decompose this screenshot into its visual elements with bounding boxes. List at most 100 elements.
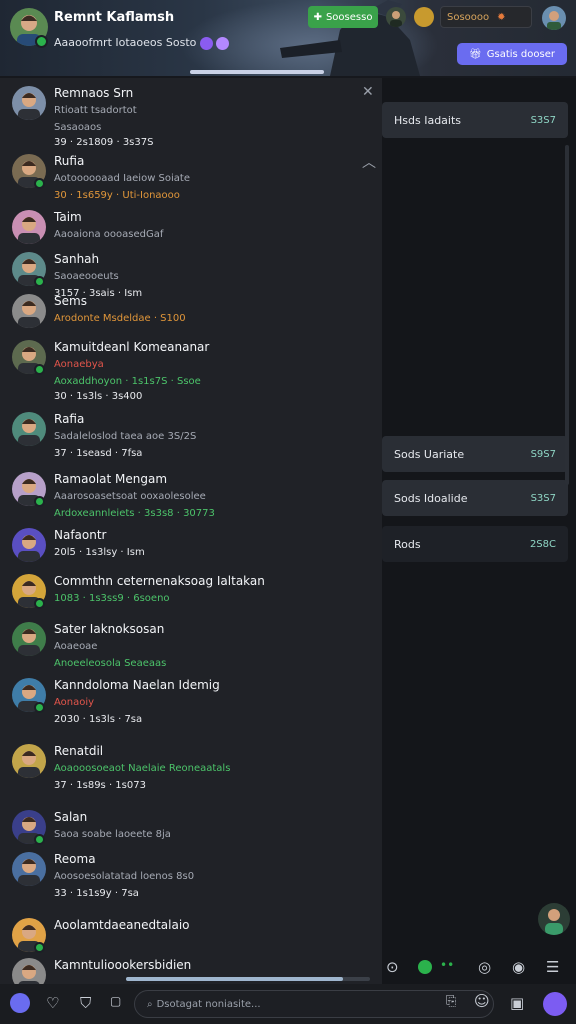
username[interactable]: Kamuitdeanl Komeananar: [54, 340, 209, 354]
message-line: 2030 · 1s3ls · 7sa: [54, 714, 143, 725]
chat-scroll-progress: [126, 977, 370, 981]
user-avatar[interactable]: [12, 744, 46, 778]
message-line: Anoeeleosola Seaeaas: [54, 658, 167, 669]
menu-icon[interactable]: ☰: [546, 958, 559, 976]
viewer-count-pill[interactable]: Sosoooo ✹: [440, 6, 532, 28]
username[interactable]: Kamntulioookersbidien: [54, 958, 191, 972]
sticker-icon[interactable]: ▣: [510, 994, 524, 1012]
username[interactable]: Reoma: [54, 852, 96, 866]
chat-message[interactable]: Remnaos Srn Rtioatt tsadortot Sasaoaos 39 ·…: [0, 84, 382, 148]
message-line: Aoosoesolatatad loenos 8s0: [54, 871, 195, 882]
coin-icon[interactable]: [414, 7, 434, 27]
gift-icon: 🎁︎: [469, 48, 482, 60]
username[interactable]: Ramaolat Mengam: [54, 472, 167, 486]
square-icon[interactable]: ▢: [110, 994, 121, 1008]
search-icon[interactable]: ⊙: [386, 958, 399, 976]
message-line: Aonaebya: [54, 359, 104, 370]
user-avatar[interactable]: [12, 86, 46, 120]
send-button[interactable]: [543, 992, 567, 1016]
username[interactable]: Sater Iaknoksosan: [54, 622, 164, 636]
message-line: Sadaleloslod taea aoe 3S/2S: [54, 431, 197, 442]
side-scrollbar[interactable]: [565, 145, 569, 485]
chat-message[interactable]: Kanndoloma Naelan Idemig Aonaoiy 2030 · 1s…: [0, 676, 382, 736]
message-line: Aoaeoae: [54, 641, 98, 652]
camera-icon[interactable]: ◎: [478, 958, 491, 976]
message-line: Rtioatt tsadortot: [54, 105, 137, 116]
username[interactable]: Sanhah: [54, 252, 99, 266]
online-indicator: [34, 598, 45, 609]
user-avatar[interactable]: [12, 852, 46, 886]
message-line: 30 · 1s3ls · 3s400: [54, 391, 143, 402]
message-line: 30 · 1s659y · Uti-Ionaooo: [54, 190, 180, 201]
side-card[interactable]: Hsds Iadaits S3S7: [382, 102, 568, 138]
message-line: 1083 · 1s3ss9 · 6soeno: [54, 593, 170, 604]
username[interactable]: Renatdil: [54, 744, 103, 758]
chat-message[interactable]: Rufia Aotoooooaad Iaeiow Soiate 30 · 1s659…: [0, 152, 382, 212]
emoji-icon[interactable]: ☺: [474, 992, 490, 1010]
online-indicator: [34, 496, 45, 507]
online-indicator: [35, 35, 48, 48]
message-line: Aoxaddhoyon · 1s1s7S · Ssoe: [54, 376, 201, 387]
username[interactable]: Commthn ceternenaksoag Ialtakan: [54, 574, 265, 588]
message-line: 39 · 2s1809 · 3s37S: [54, 137, 154, 148]
floating-avatar[interactable]: [538, 903, 570, 935]
chat-message[interactable]: Sater Iaknoksosan Aoaeoae Anoeeleosola Sea…: [0, 620, 382, 680]
username[interactable]: Sems: [54, 294, 87, 308]
user-avatar[interactable]: [12, 210, 46, 244]
message-line: Aoaooosoeaot Naelaie Reoneaatals: [54, 763, 231, 774]
username[interactable]: Salan: [54, 810, 87, 824]
gift-button[interactable]: 🎁︎ Gsatis dooser: [457, 43, 567, 65]
username[interactable]: Remnaos Srn: [54, 86, 133, 100]
message-line: Aaarosoasetsoat ooxaolesolee: [54, 491, 206, 502]
follow-icon: ✚: [313, 11, 322, 23]
side-card[interactable]: Sods Idoalide S3S7: [382, 480, 568, 516]
message-line: Ardoxeannleiets · 3s3s8 · 30773: [54, 508, 215, 519]
message-line: 20l5 · 1s3lsy · Ism: [54, 547, 145, 558]
side-card[interactable]: Rods 2S8C: [382, 526, 568, 562]
side-card[interactable]: Sods Uariate S9S7: [382, 436, 568, 472]
search-icon: ⌕: [147, 998, 153, 1010]
message-line: Aotoooooaad Iaeiow Soiate: [54, 173, 191, 184]
username[interactable]: Taim: [54, 210, 82, 224]
chat-message[interactable]: Ramaolat Mengam Aaarosoasetsoat ooxaoleso…: [0, 470, 382, 530]
user-avatar[interactable]: [12, 294, 46, 328]
host-name[interactable]: Remnt Kaflamsh: [54, 10, 174, 25]
viewer-avatar-1[interactable]: [386, 7, 406, 27]
message-line: Aonaoiy: [54, 697, 95, 708]
username[interactable]: Aoolamtdaeanedtalaio: [54, 918, 190, 932]
online-indicator: [34, 276, 45, 287]
user-avatar[interactable]: [12, 528, 46, 562]
message-line: Saoaeooeuts: [54, 271, 119, 282]
chat-message[interactable]: Renatdil Aoaooosoeaot Naelaie Reoneaatals…: [0, 742, 382, 802]
username[interactable]: Rufia: [54, 154, 84, 168]
message-line: 33 · 1s1s9y · 7sa: [54, 888, 139, 899]
chat-input[interactable]: ⌕ Dsotagat noniasite...: [134, 990, 494, 1018]
online-indicator: [34, 178, 45, 189]
user-avatar[interactable]: [12, 412, 46, 446]
heart-icon[interactable]: ♡: [46, 994, 59, 1012]
host-subtitle: Aaaoofmrt Iotaoeos Sosto: [54, 36, 230, 50]
flame-icon: ✹: [497, 11, 506, 23]
message-line: Saoa soabe laoeete 8ja: [54, 829, 171, 840]
message-line: Arodonte Msdeldae · S100: [54, 313, 186, 324]
attach-icon[interactable]: ⎘: [446, 994, 456, 1009]
live-icon[interactable]: [418, 960, 432, 974]
shield-outline-icon[interactable]: ⛉: [80, 994, 91, 1012]
dots-icon: ••: [440, 958, 455, 972]
chat-message[interactable]: Reoma Aoosoesolatatad loenos 8s0 33 · 1s1s…: [0, 850, 382, 910]
username[interactable]: Rafia: [54, 412, 84, 426]
message-line: 37 · 1s89s · 1s073: [54, 780, 146, 791]
shield-icon[interactable]: ◉: [512, 958, 525, 976]
online-indicator: [34, 942, 45, 953]
emote-icon[interactable]: [10, 993, 30, 1013]
online-indicator: [34, 702, 45, 713]
online-indicator: [34, 364, 45, 375]
chat-message[interactable]: Kamuitdeanl Komeananar Aonaebya Aoxaddhoyo…: [0, 338, 382, 402]
follow-button[interactable]: ✚ Soosesso: [308, 6, 378, 28]
user-avatar[interactable]: [12, 622, 46, 656]
chat-message[interactable]: Rafia Sadaleloslod taea aoe 3S/2S 37 · 1se…: [0, 410, 382, 470]
username[interactable]: Nafaontr: [54, 528, 107, 542]
message-line: 37 · 1seasd · 7fsa: [54, 448, 143, 459]
user-avatar[interactable]: [542, 6, 566, 30]
username[interactable]: Kanndoloma Naelan Idemig: [54, 678, 220, 692]
